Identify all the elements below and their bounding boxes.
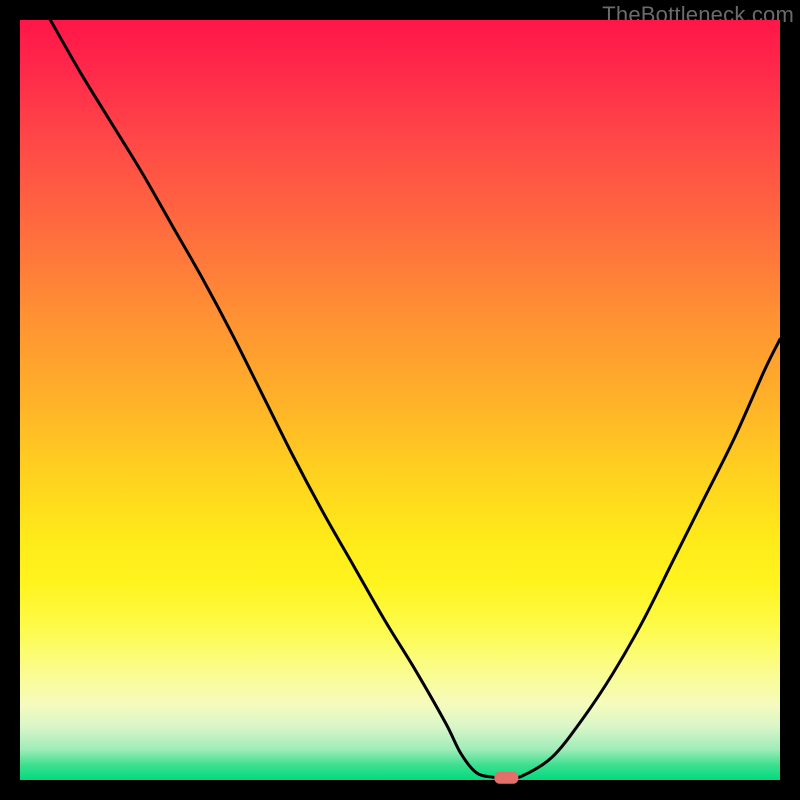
curve-line xyxy=(50,20,780,778)
chart-frame: TheBottleneck.com xyxy=(0,0,800,800)
plot-area xyxy=(20,20,780,780)
optimum-marker xyxy=(494,772,518,784)
bottleneck-curve xyxy=(20,20,780,780)
